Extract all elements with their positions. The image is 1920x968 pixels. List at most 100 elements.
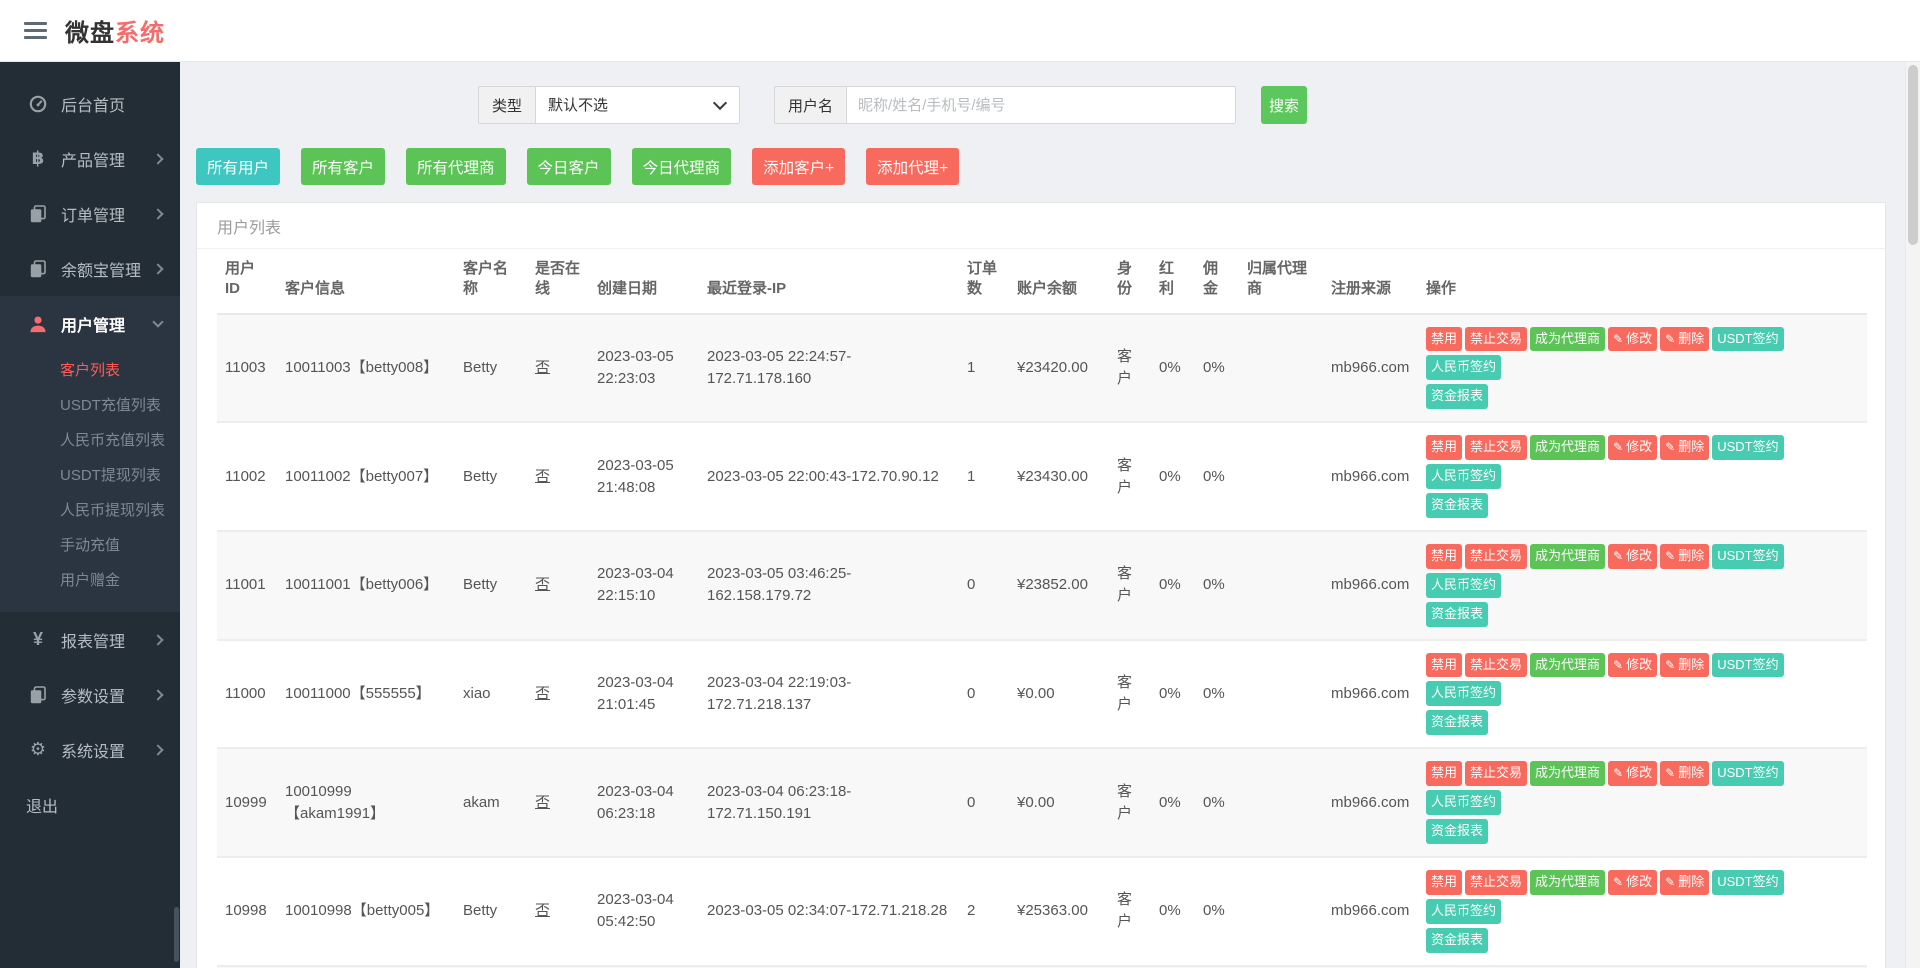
cell-id: 11003 — [217, 314, 277, 423]
add-customer-button[interactable]: 添加客户+ — [752, 148, 845, 185]
edit-button[interactable]: ✎修改 — [1608, 870, 1657, 895]
become-agent-button[interactable]: 成为代理商 — [1530, 653, 1605, 678]
sidebar-item-logout-group: 退出 — [0, 777, 180, 832]
bitcoin-icon: ฿ — [26, 148, 50, 169]
delete-button[interactable]: ✎删除 — [1660, 327, 1709, 352]
become-agent-button[interactable]: 成为代理商 — [1530, 870, 1605, 895]
edit-button[interactable]: ✎修改 — [1608, 327, 1657, 352]
column-header: 操作 — [1418, 249, 1867, 314]
usdt-sign-button[interactable]: USDT签约 — [1712, 870, 1783, 895]
cell-created: 2023-03-04 05:42:50 — [589, 857, 699, 966]
chevron-right-icon — [152, 263, 163, 274]
sidebar-subitem-manual-recharge[interactable]: 手动充值 — [0, 528, 180, 563]
usdt-sign-button[interactable]: USDT签约 — [1712, 544, 1783, 569]
sidebar-item-system[interactable]: ⚙系统设置 — [0, 722, 180, 777]
username-input[interactable] — [846, 86, 1236, 124]
menu-toggle-icon[interactable] — [24, 18, 47, 43]
funds-report-button[interactable]: 资金报表 — [1426, 602, 1488, 627]
add-agent-button[interactable]: 添加代理+ — [866, 148, 959, 185]
sidebar-submenu: 客户列表USDT充值列表人民币充值列表USDT提现列表人民币提现列表手动充值用户… — [0, 351, 180, 612]
delete-button[interactable]: ✎删除 — [1660, 435, 1709, 460]
table-row: 1100310011003【betty008】Betty否2023-03-05 … — [217, 314, 1867, 423]
rmb-sign-button[interactable]: 人民币签约 — [1426, 790, 1501, 815]
disable-button[interactable]: 禁用 — [1426, 653, 1462, 678]
cell-balance: ¥0.00 — [1009, 640, 1109, 749]
search-button[interactable]: 搜索 — [1261, 86, 1307, 124]
cell-source: mb966.com — [1323, 314, 1418, 423]
sidebar-item-reports[interactable]: ¥报表管理 — [0, 612, 180, 667]
sidebar-item-orders[interactable]: 订单管理 — [0, 186, 180, 241]
cell-online: 否 — [527, 314, 589, 423]
delete-button[interactable]: ✎删除 — [1660, 653, 1709, 678]
ban-trade-button[interactable]: 禁止交易 — [1465, 761, 1527, 786]
sidebar-item-logout[interactable]: 退出 — [0, 777, 180, 832]
edit-button[interactable]: ✎修改 — [1608, 653, 1657, 678]
funds-report-button[interactable]: 资金报表 — [1426, 710, 1488, 735]
become-agent-button[interactable]: 成为代理商 — [1530, 435, 1605, 460]
become-agent-button[interactable]: 成为代理商 — [1530, 761, 1605, 786]
disable-button[interactable]: 禁用 — [1426, 544, 1462, 569]
sidebar-subitem-rmb-withdraw[interactable]: 人民币提现列表 — [0, 493, 180, 528]
rmb-sign-button[interactable]: 人民币签约 — [1426, 573, 1501, 598]
sidebar-item-dashboard[interactable]: 后台首页 — [0, 76, 180, 131]
edit-button[interactable]: ✎修改 — [1608, 544, 1657, 569]
sidebar-item-params[interactable]: 参数设置 — [0, 667, 180, 722]
usdt-sign-button[interactable]: USDT签约 — [1712, 653, 1783, 678]
sidebar-subitem-usdt-withdraw[interactable]: USDT提现列表 — [0, 458, 180, 493]
cell-last_login: 2023-03-04 06:23:18-172.71.150.191 — [699, 748, 959, 857]
ban-trade-button[interactable]: 禁止交易 — [1465, 870, 1527, 895]
rmb-sign-button[interactable]: 人民币签约 — [1426, 355, 1501, 380]
usdt-sign-button[interactable]: USDT签约 — [1712, 435, 1783, 460]
all-users-button[interactable]: 所有用户 — [196, 148, 280, 185]
funds-report-button[interactable]: 资金报表 — [1426, 928, 1488, 953]
top-bar: 微盘系统 — [0, 0, 1920, 62]
type-select[interactable]: 默认不选 — [535, 86, 740, 124]
sidebar-subitem-usdt-recharge[interactable]: USDT充值列表 — [0, 388, 180, 423]
edit-button[interactable]: ✎修改 — [1608, 761, 1657, 786]
funds-report-button[interactable]: 资金报表 — [1426, 493, 1488, 518]
funds-report-button[interactable]: 资金报表 — [1426, 384, 1488, 409]
sidebar-subitem-customer-list[interactable]: 客户列表 — [0, 353, 180, 388]
sidebar-subitem-user-bonus[interactable]: 用户赠金 — [0, 563, 180, 598]
vertical-scrollbar[interactable] — [1905, 62, 1920, 968]
today-agents-button[interactable]: 今日代理商 — [632, 148, 732, 185]
delete-button[interactable]: ✎删除 — [1660, 544, 1709, 569]
sidebar-subitem-rmb-recharge[interactable]: 人民币充值列表 — [0, 423, 180, 458]
cell-balance: ¥25363.00 — [1009, 857, 1109, 966]
sidebar-scrollbar-thumb[interactable] — [174, 907, 179, 962]
today-customers-button[interactable]: 今日客户 — [527, 148, 611, 185]
disable-button[interactable]: 禁用 — [1426, 870, 1462, 895]
all-customers-button[interactable]: 所有客户 — [301, 148, 385, 185]
usdt-sign-button[interactable]: USDT签约 — [1712, 761, 1783, 786]
disable-button[interactable]: 禁用 — [1426, 435, 1462, 460]
column-header: 是否在线 — [527, 249, 589, 314]
cell-name: Betty — [455, 314, 527, 423]
delete-button[interactable]: ✎删除 — [1660, 761, 1709, 786]
cell-commission: 0% — [1195, 748, 1239, 857]
cell-id: 11002 — [217, 422, 277, 531]
sidebar-item-yuebao[interactable]: 余额宝管理 — [0, 241, 180, 296]
type-select-wrap: 默认不选 — [535, 86, 740, 124]
ban-trade-button[interactable]: 禁止交易 — [1465, 544, 1527, 569]
ban-trade-button[interactable]: 禁止交易 — [1465, 327, 1527, 352]
delete-button[interactable]: ✎删除 — [1660, 870, 1709, 895]
become-agent-button[interactable]: 成为代理商 — [1530, 544, 1605, 569]
funds-report-button[interactable]: 资金报表 — [1426, 819, 1488, 844]
sidebar-item-users[interactable]: 用户管理 — [0, 296, 180, 351]
vertical-scrollbar-thumb[interactable] — [1908, 65, 1918, 245]
disable-button[interactable]: 禁用 — [1426, 761, 1462, 786]
sidebar-item-yuebao-group: 余额宝管理 — [0, 241, 180, 296]
disable-button[interactable]: 禁用 — [1426, 327, 1462, 352]
all-agents-button[interactable]: 所有代理商 — [406, 148, 506, 185]
pencil-icon: ✎ — [1665, 332, 1675, 346]
rmb-sign-button[interactable]: 人民币签约 — [1426, 899, 1501, 924]
sidebar-item-products[interactable]: ฿产品管理 — [0, 131, 180, 186]
ban-trade-button[interactable]: 禁止交易 — [1465, 435, 1527, 460]
rmb-sign-button[interactable]: 人民币签约 — [1426, 681, 1501, 706]
cell-agent — [1239, 422, 1323, 531]
edit-button[interactable]: ✎修改 — [1608, 435, 1657, 460]
usdt-sign-button[interactable]: USDT签约 — [1712, 327, 1783, 352]
ban-trade-button[interactable]: 禁止交易 — [1465, 653, 1527, 678]
rmb-sign-button[interactable]: 人民币签约 — [1426, 464, 1501, 489]
become-agent-button[interactable]: 成为代理商 — [1530, 327, 1605, 352]
